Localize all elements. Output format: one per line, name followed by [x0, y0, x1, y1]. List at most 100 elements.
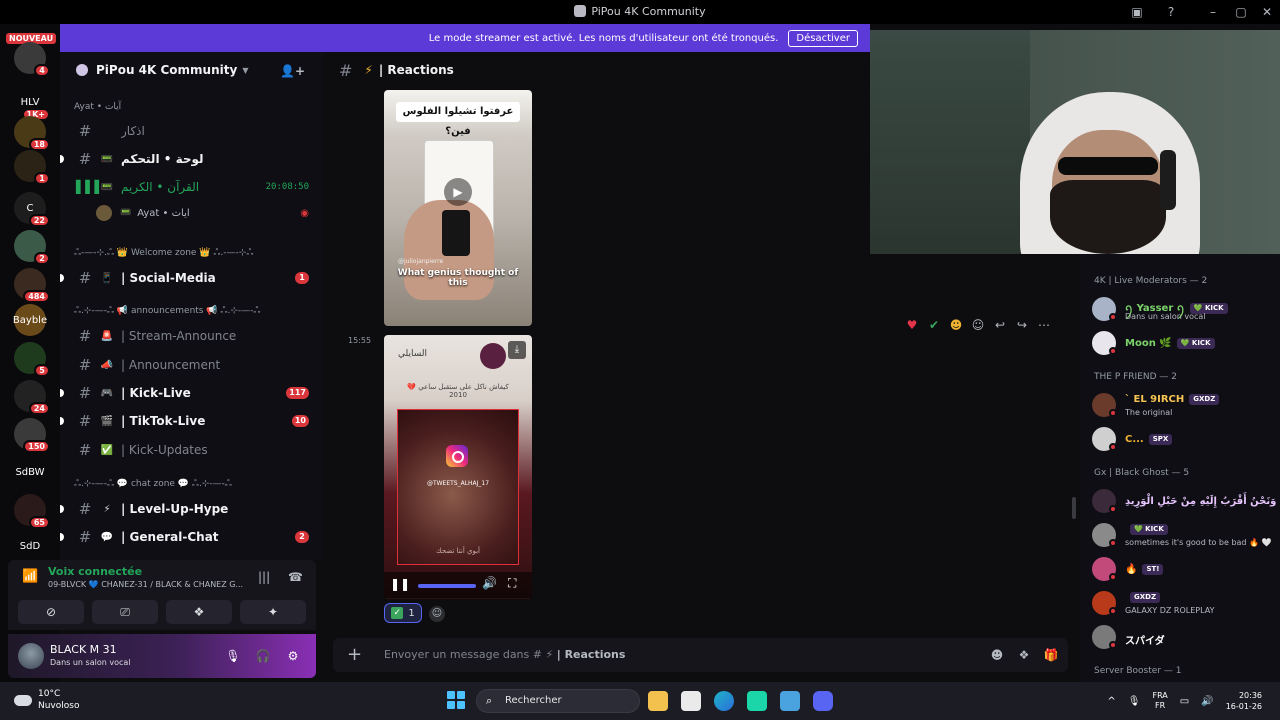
member-item[interactable]: GXDZ GALAXY DZ ROLEPLAY [1080, 586, 1280, 620]
voice-participant[interactable]: 📟 Ayat • آيات ◉ [60, 202, 323, 224]
mic-tray-icon[interactable]: 🎙 [1128, 696, 1141, 707]
heart-reaction-icon[interactable]: ♥ [904, 318, 920, 332]
voice-channel-path[interactable]: 09-BLVCK 💙 CHANEZ-31 / BLACK & CHANEZ G.… [48, 580, 248, 589]
help-icon[interactable]: ? [1164, 5, 1178, 19]
text-channel[interactable]: # ✅ | Kick-Updates [60, 439, 323, 461]
username[interactable]: BLACK M 31 [50, 643, 117, 656]
member-item[interactable]: وَنَحْنُ أَقْرَبُ إِلَيْهِ مِنْ حَبْلِ ا… [1080, 484, 1280, 518]
settings-gear-icon[interactable]: ⚙ [284, 647, 302, 665]
server-icon[interactable]: 2 [14, 230, 50, 265]
text-channel[interactable]: # 💬 | General-Chat 2 [60, 526, 323, 548]
member-item[interactable]: C... SPX [1080, 422, 1280, 456]
member-item[interactable]: Moon 🌿 💚 KICK [1080, 326, 1280, 360]
microphone-icon[interactable]: 🎙 [224, 647, 242, 665]
disable-streamer-mode-button[interactable]: Désactiver [788, 29, 858, 47]
text-channel[interactable]: # 🎮 | Kick-Live 117 [60, 382, 323, 404]
emoji-icon[interactable]: ☻ [988, 646, 1006, 664]
reaction-pill[interactable]: ✓ 1 [384, 603, 422, 623]
soundboard-button[interactable]: ✦ [240, 600, 306, 624]
server-icon[interactable]: 18 [14, 116, 50, 151]
clock[interactable]: 20:36 16-01-26 [1226, 690, 1262, 712]
taskbar-search[interactable]: ⌕ Rechercher [476, 689, 640, 713]
headphones-icon[interactable]: 🎧 [254, 647, 272, 665]
minimize-icon[interactable]: – [1206, 5, 1220, 19]
channel-label: | General-Chat [121, 530, 219, 544]
volume-icon[interactable]: 🔊 [482, 576, 497, 590]
download-icon[interactable]: ⤓ [508, 341, 526, 359]
add-reaction-icon[interactable]: ☺ [429, 606, 445, 622]
gift-icon[interactable]: 🎁 [1042, 646, 1060, 664]
disconnect-icon[interactable]: ☎ [288, 570, 303, 584]
server-icon[interactable]: 484 [14, 268, 50, 303]
photos-icon[interactable] [780, 691, 800, 711]
network-icon[interactable]: ▭ [1180, 696, 1189, 707]
server-icon[interactable]: 5 [14, 342, 50, 377]
server-icon[interactable]: 4 [14, 42, 50, 77]
text-channel[interactable]: # 🎬 | TikTok-Live 10 [60, 410, 323, 432]
language-indicator[interactable]: FRA FR [1152, 691, 1167, 711]
maximize-icon[interactable]: ▢ [1234, 5, 1248, 19]
upload-plus-icon[interactable]: + [347, 644, 362, 665]
server-icon[interactable]: 65 [14, 494, 50, 529]
server-icon[interactable]: 1 [14, 150, 50, 185]
text-channel[interactable]: # ⚡ | Level-Up-Hype [60, 498, 323, 520]
fullscreen-icon[interactable]: ⛶ [508, 576, 516, 591]
voice-channel[interactable]: ▌▌▌ 📟 القرآن • الكريم 20:08:50 [60, 176, 323, 198]
member-item[interactable]: ꪆ Yasser ꪆ 💚 KICK Dans un salon vocal [1080, 292, 1280, 326]
start-button[interactable] [447, 691, 465, 709]
guild-icon [76, 64, 88, 76]
text-channel[interactable]: # 📣 | Announcement [60, 354, 323, 376]
text-channel[interactable]: # 📟 لوحة • التحكم [60, 148, 323, 170]
text-channel[interactable]: # اذكار [60, 120, 323, 142]
thinking-reaction-icon[interactable]: ☻ [948, 318, 964, 332]
share-screen-button[interactable]: ⎚ [92, 600, 158, 624]
forward-icon[interactable]: ↪ [1014, 318, 1030, 332]
server-icon[interactable]: SdBW [14, 456, 46, 488]
apps-icon[interactable]: ❖ [1015, 646, 1033, 664]
play-icon[interactable]: ▶ [444, 178, 472, 206]
edge-icon[interactable] [714, 691, 734, 711]
add-reaction-icon[interactable]: ☺ [970, 318, 986, 332]
camera-off-button[interactable]: ⊘ [18, 600, 84, 624]
guild-header[interactable]: PiPou 4K Community ▼ 👤+ [60, 52, 323, 88]
pause-icon[interactable]: ❚❚ [390, 577, 410, 591]
store-icon[interactable] [681, 691, 701, 711]
member-item[interactable]: 💚 KICK sometimes it's good to be bad 🔥 🤍 [1080, 518, 1280, 552]
channel-category[interactable]: ஃ-—-⊹.ஃ 👑 Welcome zone 👑 ஃ.-—-⊹ஃ [74, 248, 253, 259]
close-icon[interactable]: ✕ [1260, 5, 1274, 19]
discord-taskbar-icon[interactable] [813, 691, 833, 711]
text-channel[interactable]: # 📱 | Social-Media 1 [60, 267, 323, 289]
invite-people-icon[interactable]: 👤+ [280, 64, 305, 78]
server-icon[interactable]: C 22 [14, 192, 50, 227]
member-item[interactable]: スパイダ [1080, 620, 1280, 654]
channel-category[interactable]: Ayat • آيات [74, 102, 121, 112]
file-explorer-icon[interactable] [648, 691, 668, 711]
video-attachment-2[interactable]: السايلي ⤓ كيفاش ناكل على ستقبل ساعي 💔 20… [384, 335, 532, 599]
activities-button[interactable]: ❖ [166, 600, 232, 624]
avatar[interactable] [18, 643, 44, 669]
video-attachment-1[interactable]: عرفتوا تشيلوا الفلوس فين؟ ▶ @juliojanpie… [384, 90, 532, 326]
noise-suppression-icon[interactable]: ||| [258, 570, 270, 584]
server-icon[interactable]: HLV 1K+ [14, 86, 50, 121]
scrollbar[interactable] [1072, 497, 1076, 519]
check-reaction-icon[interactable]: ✔ [926, 318, 942, 332]
composer-placeholder[interactable]: Envoyer un message dans # ⚡ | Reactions [384, 648, 625, 661]
chevron-up-icon[interactable]: ^ [1107, 696, 1115, 707]
messaging-app-icon[interactable] [747, 691, 767, 711]
server-icon[interactable]: SdD [14, 530, 46, 562]
server-icon[interactable]: Bayble [13, 304, 47, 336]
reply-icon[interactable]: ↩ [992, 318, 1008, 332]
channel-category[interactable]: ஃ.⊹-—-ஃ 💬 chat zone 💬 ஃ.⊹-—-ஃ [74, 479, 232, 490]
server-icon[interactable]: 150 [14, 418, 50, 453]
channel-category[interactable]: ஃ.⊹-—-ஃ 📢 announcements 📢 ஃ.⊹-—-ஃ [74, 306, 260, 317]
weather-widget[interactable]: 10°C Nuvoloso [14, 688, 79, 712]
volume-tray-icon[interactable]: 🔊 [1201, 696, 1213, 707]
inbox-icon[interactable]: ▣ [1130, 5, 1144, 19]
progress-bar[interactable] [418, 584, 476, 588]
server-icon[interactable]: 24 [14, 380, 50, 415]
message-composer[interactable]: + Envoyer un message dans # ⚡ | Reaction… [333, 638, 1068, 672]
text-channel[interactable]: # 🚨 | Stream-Announce [60, 325, 323, 347]
more-icon[interactable]: ⋯ [1036, 318, 1052, 332]
member-item[interactable]: 🔥 ST! [1080, 552, 1280, 586]
member-item[interactable]: ˋ EL 9IRCH GXDZ The original [1080, 388, 1280, 422]
